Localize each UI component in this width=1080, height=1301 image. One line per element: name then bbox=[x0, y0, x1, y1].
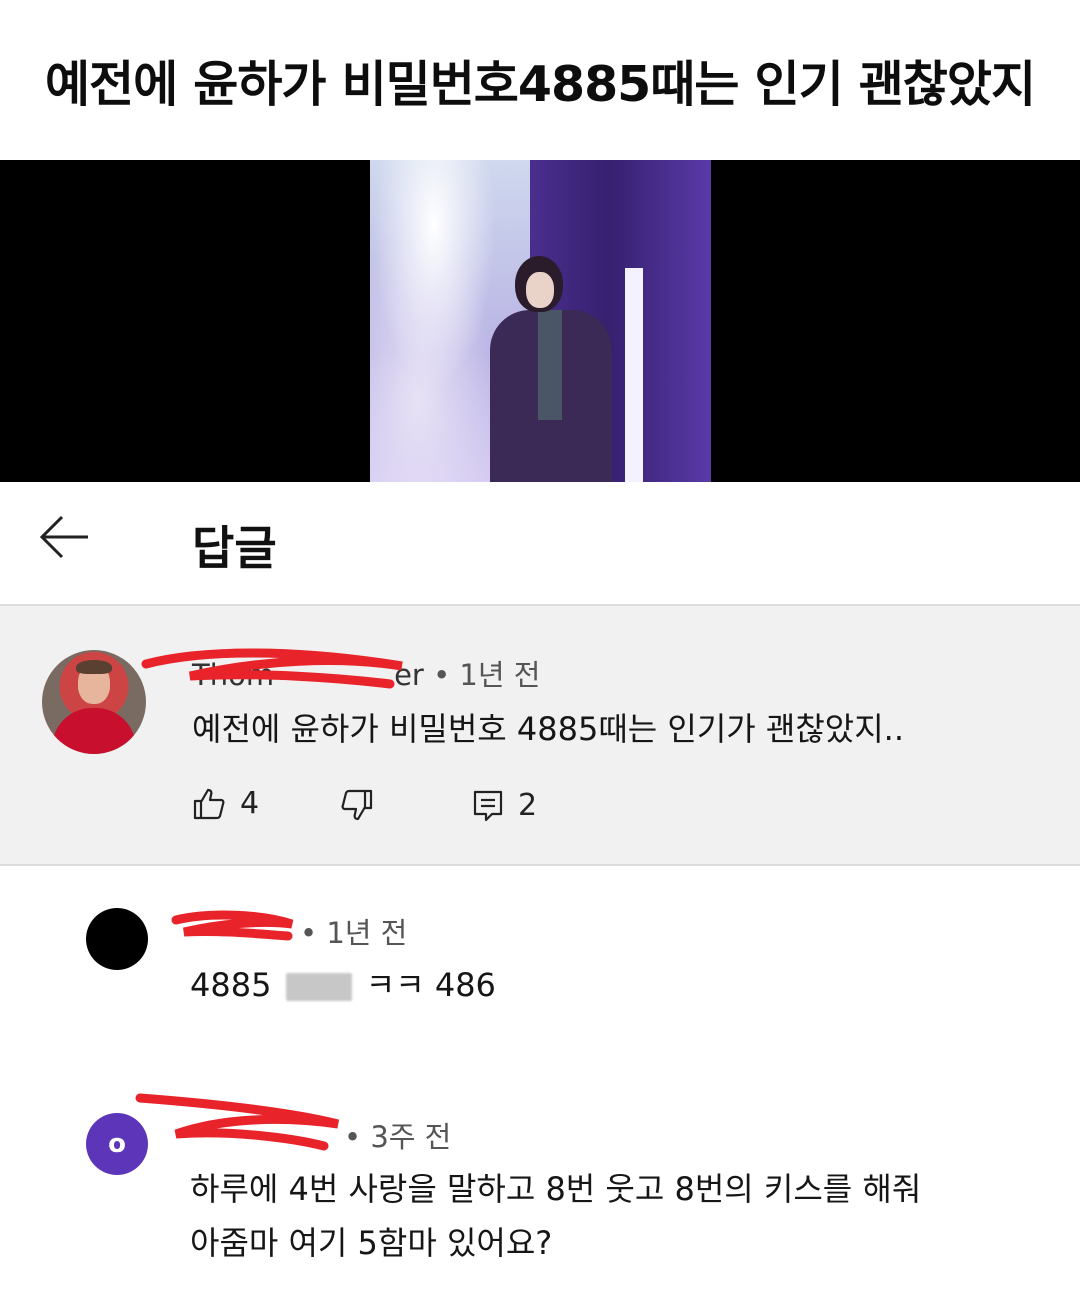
avatar[interactable] bbox=[42, 650, 146, 754]
comment-text: 예전에 윤하가 비밀번호 4885때는 인기가 괜찮았지.. bbox=[192, 710, 905, 748]
singer-scarf bbox=[538, 310, 562, 420]
reply-text-line1: 하루에 4번 사랑을 말하고 8번 웃고 8번의 키스를 해줘 bbox=[190, 1170, 922, 1208]
like-count: 4 bbox=[240, 786, 260, 821]
video-player[interactable] bbox=[0, 160, 1080, 482]
avatar[interactable]: o bbox=[86, 1113, 148, 1175]
author-name-tail: er bbox=[394, 658, 424, 692]
reply-text-end: ㅋㅋ 486 bbox=[365, 966, 496, 1004]
header-title: 답글 bbox=[192, 521, 277, 575]
video-thumbnail bbox=[370, 160, 711, 482]
reply-time: • 1년 전 bbox=[300, 916, 408, 950]
reply-time: • 3주 전 bbox=[344, 1120, 452, 1154]
redaction-scribble bbox=[135, 1093, 340, 1151]
reply-button[interactable]: 2 bbox=[472, 788, 537, 823]
stage-light-panel bbox=[625, 268, 643, 482]
avatar[interactable] bbox=[86, 908, 148, 970]
avatar-jersey bbox=[52, 708, 136, 754]
reply-text-line2: 아줌마 여기 5함마 있어요? bbox=[190, 1224, 553, 1262]
comment-icon bbox=[473, 790, 503, 821]
reply-header: 답글 bbox=[0, 482, 1080, 604]
comment-meta: Thom er • 1년 전 bbox=[192, 652, 540, 694]
avatar-hair bbox=[76, 660, 112, 674]
redaction-scribble bbox=[171, 910, 294, 941]
avatar-letter: o bbox=[108, 1129, 126, 1159]
back-arrow-icon[interactable] bbox=[38, 510, 92, 564]
singer-face bbox=[526, 272, 554, 308]
author-name[interactable]: Thom bbox=[192, 658, 274, 692]
thumbs-up-icon bbox=[193, 788, 225, 819]
parent-comment: Thom er • 1년 전 예전에 윤하가 비밀번호 4885때는 인기가 괜찮… bbox=[0, 604, 1080, 866]
comment-time: • 1년 전 bbox=[433, 658, 541, 692]
reply-text: 4885 ㅋㅋ 486 bbox=[190, 960, 496, 1006]
dislike-button[interactable] bbox=[340, 788, 374, 822]
blurred-word bbox=[285, 973, 352, 1001]
thumbs-down-icon bbox=[341, 789, 373, 821]
reply-count: 2 bbox=[518, 788, 538, 823]
post-title: 예전에 윤하가 비밀번호4885때는 인기 괜찮았지 bbox=[44, 55, 1036, 113]
like-button[interactable]: 4 bbox=[192, 786, 259, 821]
reply-text-start: 4885 bbox=[190, 966, 272, 1004]
